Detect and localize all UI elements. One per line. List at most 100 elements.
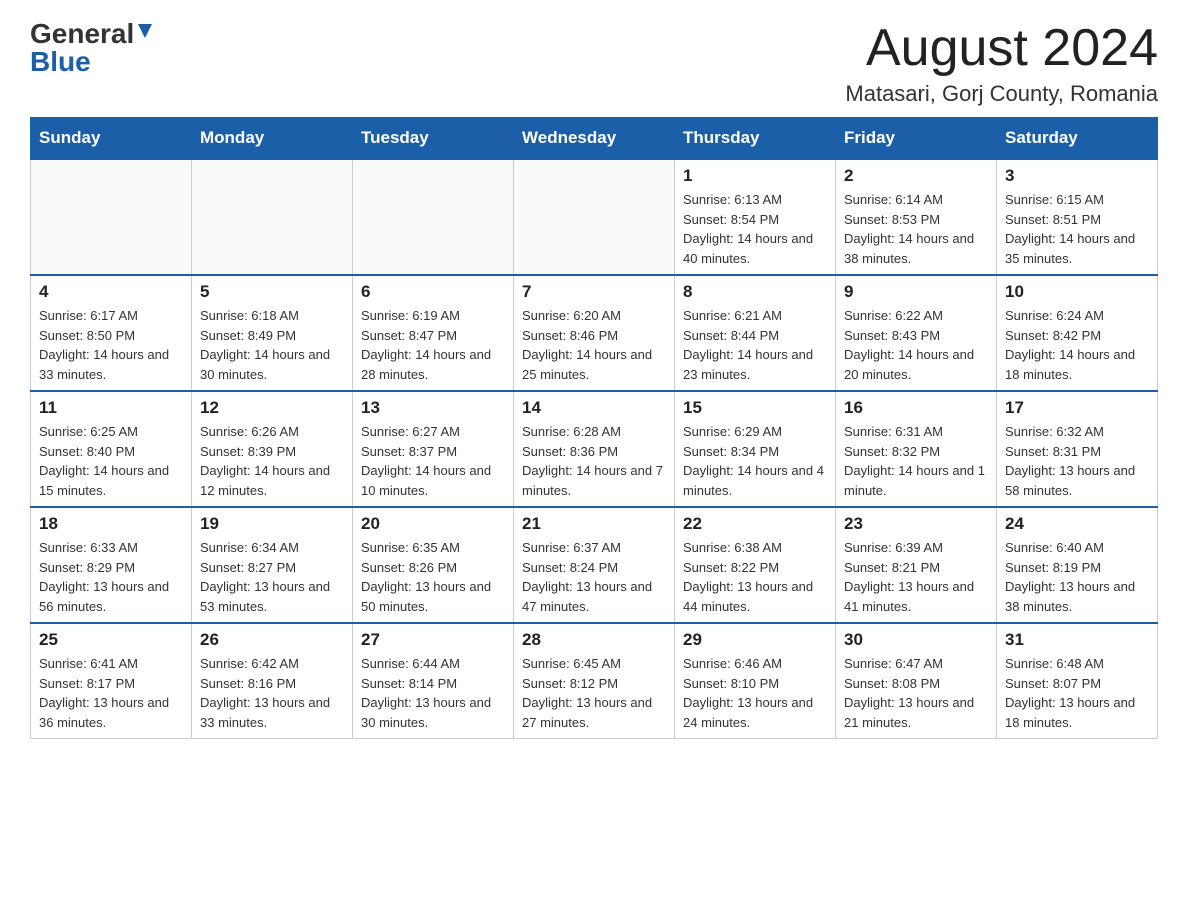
calendar-cell: 2 Sunrise: 6:14 AMSunset: 8:53 PMDaylight…: [836, 159, 997, 275]
day-number: 18: [39, 514, 183, 534]
calendar-cell: 4 Sunrise: 6:17 AMSunset: 8:50 PMDaylight…: [31, 275, 192, 391]
day-info: Sunrise: 6:37 AMSunset: 8:24 PMDaylight:…: [522, 538, 666, 616]
day-info: Sunrise: 6:38 AMSunset: 8:22 PMDaylight:…: [683, 538, 827, 616]
day-number: 16: [844, 398, 988, 418]
calendar-cell: 29 Sunrise: 6:46 AMSunset: 8:10 PMDayligh…: [675, 623, 836, 739]
day-number: 4: [39, 282, 183, 302]
day-number: 24: [1005, 514, 1149, 534]
calendar-cell: 19 Sunrise: 6:34 AMSunset: 8:27 PMDayligh…: [192, 507, 353, 623]
calendar-header-monday: Monday: [192, 118, 353, 160]
calendar-cell: 27 Sunrise: 6:44 AMSunset: 8:14 PMDayligh…: [353, 623, 514, 739]
day-number: 20: [361, 514, 505, 534]
day-info: Sunrise: 6:42 AMSunset: 8:16 PMDaylight:…: [200, 654, 344, 732]
day-number: 23: [844, 514, 988, 534]
day-number: 14: [522, 398, 666, 418]
calendar-cell: 21 Sunrise: 6:37 AMSunset: 8:24 PMDayligh…: [514, 507, 675, 623]
day-info: Sunrise: 6:39 AMSunset: 8:21 PMDaylight:…: [844, 538, 988, 616]
calendar-header-wednesday: Wednesday: [514, 118, 675, 160]
calendar-cell: [31, 159, 192, 275]
day-info: Sunrise: 6:27 AMSunset: 8:37 PMDaylight:…: [361, 422, 505, 500]
logo-blue: Blue: [30, 46, 91, 77]
day-info: Sunrise: 6:29 AMSunset: 8:34 PMDaylight:…: [683, 422, 827, 500]
calendar-header-tuesday: Tuesday: [353, 118, 514, 160]
day-info: Sunrise: 6:18 AMSunset: 8:49 PMDaylight:…: [200, 306, 344, 384]
day-number: 10: [1005, 282, 1149, 302]
calendar-header-saturday: Saturday: [997, 118, 1158, 160]
day-number: 22: [683, 514, 827, 534]
calendar-cell: 30Sunrise: 6:47 AMSunset: 8:08 PMDayligh…: [836, 623, 997, 739]
day-info: Sunrise: 6:48 AMSunset: 8:07 PMDaylight:…: [1005, 654, 1149, 732]
day-number: 2: [844, 166, 988, 186]
title-area: August 2024 Matasari, Gorj County, Roman…: [845, 20, 1158, 107]
day-number: 3: [1005, 166, 1149, 186]
day-number: 27: [361, 630, 505, 650]
calendar-cell: 26Sunrise: 6:42 AMSunset: 8:16 PMDayligh…: [192, 623, 353, 739]
day-info: Sunrise: 6:15 AMSunset: 8:51 PMDaylight:…: [1005, 190, 1149, 268]
calendar-cell: 31 Sunrise: 6:48 AMSunset: 8:07 PMDayligh…: [997, 623, 1158, 739]
calendar-cell: 23 Sunrise: 6:39 AMSunset: 8:21 PMDayligh…: [836, 507, 997, 623]
calendar-header-sunday: Sunday: [31, 118, 192, 160]
day-info: Sunrise: 6:21 AMSunset: 8:44 PMDaylight:…: [683, 306, 827, 384]
calendar-cell: 18 Sunrise: 6:33 AMSunset: 8:29 PMDayligh…: [31, 507, 192, 623]
day-number: 7: [522, 282, 666, 302]
day-info: Sunrise: 6:31 AMSunset: 8:32 PMDaylight:…: [844, 422, 988, 500]
day-info: Sunrise: 6:14 AMSunset: 8:53 PMDaylight:…: [844, 190, 988, 268]
calendar-week-1: 1 Sunrise: 6:13 AMSunset: 8:54 PMDaylight…: [31, 159, 1158, 275]
day-number: 21: [522, 514, 666, 534]
day-info: Sunrise: 6:28 AMSunset: 8:36 PMDaylight:…: [522, 422, 666, 500]
calendar-cell: 28Sunrise: 6:45 AMSunset: 8:12 PMDayligh…: [514, 623, 675, 739]
day-number: 1: [683, 166, 827, 186]
day-number: 15: [683, 398, 827, 418]
calendar-cell: 13 Sunrise: 6:27 AMSunset: 8:37 PMDayligh…: [353, 391, 514, 507]
calendar-cell: 10 Sunrise: 6:24 AMSunset: 8:42 PMDayligh…: [997, 275, 1158, 391]
day-info: Sunrise: 6:47 AMSunset: 8:08 PMDaylight:…: [844, 654, 988, 732]
day-info: Sunrise: 6:46 AMSunset: 8:10 PMDaylight:…: [683, 654, 827, 732]
day-number: 31: [1005, 630, 1149, 650]
day-number: 13: [361, 398, 505, 418]
day-info: Sunrise: 6:13 AMSunset: 8:54 PMDaylight:…: [683, 190, 827, 268]
day-info: Sunrise: 6:24 AMSunset: 8:42 PMDaylight:…: [1005, 306, 1149, 384]
calendar-cell: 25 Sunrise: 6:41 AMSunset: 8:17 PMDayligh…: [31, 623, 192, 739]
day-info: Sunrise: 6:22 AMSunset: 8:43 PMDaylight:…: [844, 306, 988, 384]
day-number: 12: [200, 398, 344, 418]
day-number: 5: [200, 282, 344, 302]
day-info: Sunrise: 6:44 AMSunset: 8:14 PMDaylight:…: [361, 654, 505, 732]
day-number: 9: [844, 282, 988, 302]
calendar-cell: [514, 159, 675, 275]
calendar-cell: 16 Sunrise: 6:31 AMSunset: 8:32 PMDayligh…: [836, 391, 997, 507]
calendar-cell: 14 Sunrise: 6:28 AMSunset: 8:36 PMDayligh…: [514, 391, 675, 507]
calendar-cell: 15 Sunrise: 6:29 AMSunset: 8:34 PMDayligh…: [675, 391, 836, 507]
calendar-cell: 6Sunrise: 6:19 AMSunset: 8:47 PMDaylight…: [353, 275, 514, 391]
day-info: Sunrise: 6:33 AMSunset: 8:29 PMDaylight:…: [39, 538, 183, 616]
day-number: 8: [683, 282, 827, 302]
day-number: 25: [39, 630, 183, 650]
day-number: 19: [200, 514, 344, 534]
day-number: 11: [39, 398, 183, 418]
page-title: August 2024: [845, 20, 1158, 77]
calendar-header-friday: Friday: [836, 118, 997, 160]
calendar-week-3: 11 Sunrise: 6:25 AMSunset: 8:40 PMDayligh…: [31, 391, 1158, 507]
day-info: Sunrise: 6:32 AMSunset: 8:31 PMDaylight:…: [1005, 422, 1149, 500]
calendar-cell: 12 Sunrise: 6:26 AMSunset: 8:39 PMDayligh…: [192, 391, 353, 507]
calendar-cell: 8 Sunrise: 6:21 AMSunset: 8:44 PMDaylight…: [675, 275, 836, 391]
calendar-cell: 20 Sunrise: 6:35 AMSunset: 8:26 PMDayligh…: [353, 507, 514, 623]
logo: General Blue: [30, 20, 154, 76]
day-number: 29: [683, 630, 827, 650]
calendar-header-row: SundayMondayTuesdayWednesdayThursdayFrid…: [31, 118, 1158, 160]
day-info: Sunrise: 6:26 AMSunset: 8:39 PMDaylight:…: [200, 422, 344, 500]
calendar-week-4: 18 Sunrise: 6:33 AMSunset: 8:29 PMDayligh…: [31, 507, 1158, 623]
day-info: Sunrise: 6:34 AMSunset: 8:27 PMDaylight:…: [200, 538, 344, 616]
day-info: Sunrise: 6:17 AMSunset: 8:50 PMDaylight:…: [39, 306, 183, 384]
day-number: 6: [361, 282, 505, 302]
day-info: Sunrise: 6:25 AMSunset: 8:40 PMDaylight:…: [39, 422, 183, 500]
calendar-cell: 17Sunrise: 6:32 AMSunset: 8:31 PMDayligh…: [997, 391, 1158, 507]
calendar-cell: 1 Sunrise: 6:13 AMSunset: 8:54 PMDaylight…: [675, 159, 836, 275]
calendar-cell: 3 Sunrise: 6:15 AMSunset: 8:51 PMDaylight…: [997, 159, 1158, 275]
day-info: Sunrise: 6:35 AMSunset: 8:26 PMDaylight:…: [361, 538, 505, 616]
logo-general: General: [30, 20, 134, 48]
day-info: Sunrise: 6:41 AMSunset: 8:17 PMDaylight:…: [39, 654, 183, 732]
calendar-week-5: 25 Sunrise: 6:41 AMSunset: 8:17 PMDayligh…: [31, 623, 1158, 739]
calendar-cell: [353, 159, 514, 275]
day-info: Sunrise: 6:45 AMSunset: 8:12 PMDaylight:…: [522, 654, 666, 732]
day-info: Sunrise: 6:40 AMSunset: 8:19 PMDaylight:…: [1005, 538, 1149, 616]
